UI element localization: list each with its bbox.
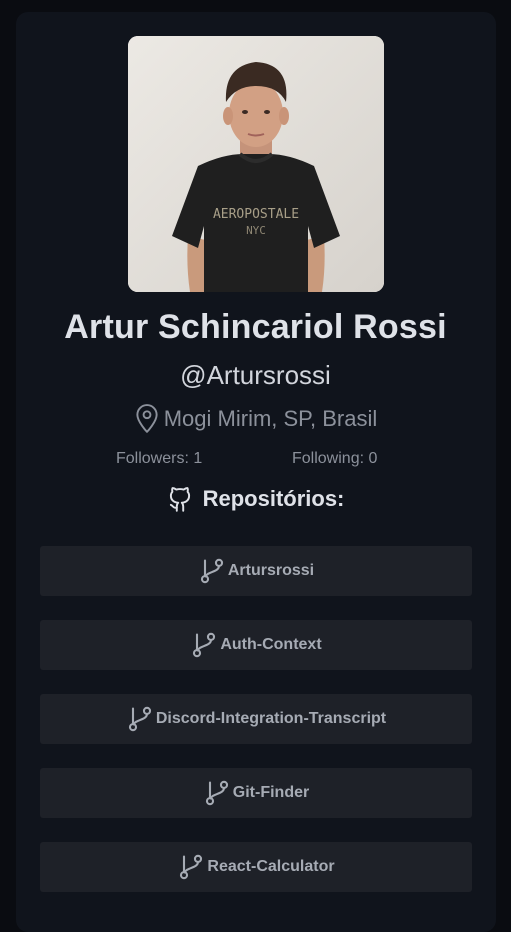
profile-login: @Artursrossi [180,360,331,390]
repo-item-git-finder[interactable]: Git-Finder [40,768,472,818]
repo-item-auth-context[interactable]: Auth-Context [40,620,472,670]
repo-name: Artursrossi [227,562,315,579]
repo-name: Discord-Integration-Transcript [155,710,387,727]
repo-name: React-Calculator [207,858,335,875]
git-branch-icon [198,557,226,585]
git-branch-icon [190,631,218,659]
svg-text:NYC: NYC [246,224,266,237]
map-pin-icon [134,404,160,434]
followers-count: Followers: 1 [116,450,203,467]
repositories-title: Repositórios: [202,486,345,511]
repo-name: Git-Finder [232,784,310,801]
profile-name: Artur Schincariol Rossi [64,308,447,346]
following-count: Following: 0 [292,450,378,467]
repo-item-artursrossi[interactable]: Artursrossi [40,546,472,596]
repositories-heading: Repositórios: [0,484,511,514]
git-branch-icon [177,853,205,881]
avatar: AEROPOSTALE NYC [128,36,384,292]
repo-name: Auth-Context [220,636,322,653]
profile-location: Mogi Mirim, SP, Brasil [0,404,511,434]
repo-item-react-calculator[interactable]: React-Calculator [40,842,472,892]
svg-text:AEROPOSTALE: AEROPOSTALE [213,207,299,222]
github-icon [167,484,193,514]
repo-item-discord-integration-transcript[interactable]: Discord-Integration-Transcript [40,694,472,744]
git-branch-icon [126,705,154,733]
git-branch-icon [203,779,231,807]
location-text: Mogi Mirim, SP, Brasil [163,406,378,431]
repository-list: Artursrossi Auth-Context Discord-Integra… [40,546,472,916]
